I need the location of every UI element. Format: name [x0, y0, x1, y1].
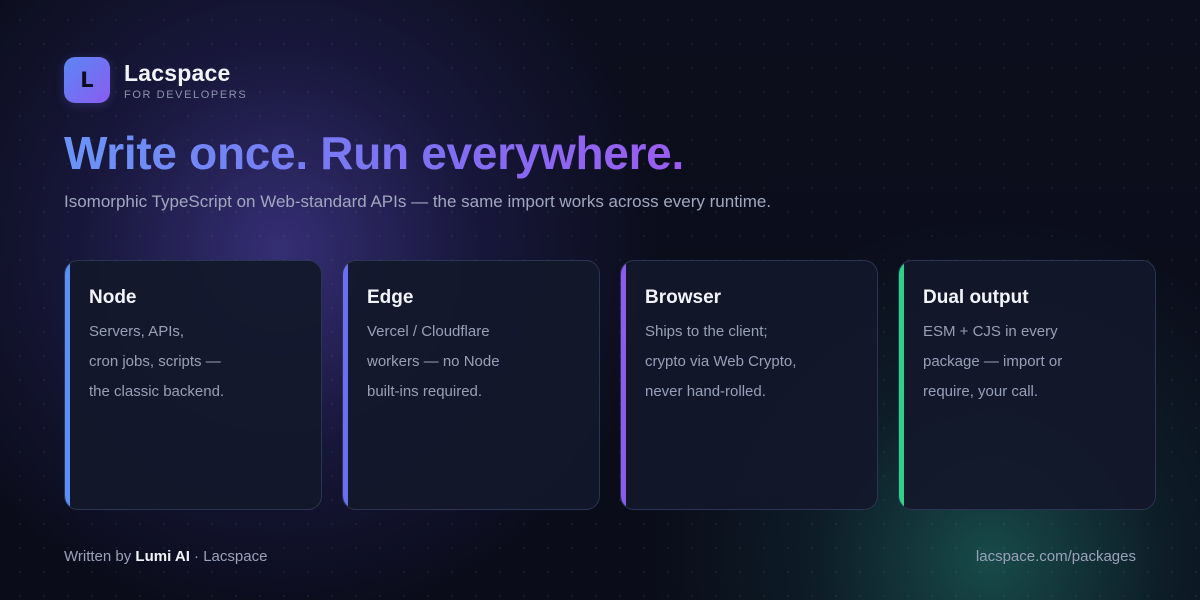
footer-org: Lacspace — [203, 548, 268, 565]
card-line: crypto via Web Crypto, — [645, 353, 797, 370]
card-accent-bar — [621, 261, 626, 509]
card-body: Ships to the client; crypto via Web Cryp… — [645, 317, 865, 407]
logo-letter: L — [80, 68, 94, 92]
card-line: Vercel / Cloudflare — [367, 323, 490, 340]
card-node: Node Servers, APIs, cron jobs, scripts —… — [64, 260, 322, 510]
card-title: Node — [89, 287, 137, 308]
brand-tagline: FOR DEVELOPERS — [124, 88, 248, 101]
card-accent-bar — [65, 261, 70, 509]
card-line: built-ins required. — [367, 383, 483, 400]
card-line: the classic backend. — [89, 383, 225, 400]
card-dual-output: Dual output ESM + CJS in every package —… — [898, 260, 1156, 510]
footer-separator: · — [194, 548, 200, 565]
brand-header: L Lacspace FOR DEVELOPERS — [64, 57, 247, 103]
card-title: Edge — [367, 287, 414, 308]
brand-name: Lacspace — [124, 59, 231, 86]
card-line: Servers, APIs, — [89, 323, 185, 340]
card-accent-bar — [899, 261, 904, 509]
card-line: require, your call. — [923, 383, 1039, 400]
footer-credit: Written by Lumi AI · Lacspace — [64, 548, 267, 565]
subtitle: Isomorphic TypeScript on Web-standard AP… — [64, 192, 772, 211]
card-line: workers — no Node — [367, 353, 500, 370]
card-accent-bar — [343, 261, 348, 509]
card-line: Ships to the client; — [645, 323, 768, 340]
card-body: ESM + CJS in every package — import or r… — [923, 317, 1143, 407]
footer-author: Lumi AI — [135, 548, 190, 565]
footer-written-by: Written by — [64, 548, 132, 565]
logo-icon: L — [64, 57, 110, 103]
card-body: Vercel / Cloudflare workers — no Node bu… — [367, 317, 587, 407]
card-line: ESM + CJS in every — [923, 323, 1058, 340]
card-title: Browser — [645, 287, 722, 308]
headline: Write once. Run everywhere. — [64, 127, 684, 179]
footer-url-link[interactable]: lacspace.com/packages — [976, 548, 1136, 565]
card-line: cron jobs, scripts — — [89, 353, 221, 370]
card-line: package — import or — [923, 353, 1063, 370]
runtime-cards: Node Servers, APIs, cron jobs, scripts —… — [64, 260, 1156, 510]
brand-text: Lacspace FOR DEVELOPERS — [124, 60, 247, 101]
card-body: Servers, APIs, cron jobs, scripts — the … — [89, 317, 309, 407]
card-title: Dual output — [923, 287, 1029, 308]
card-line: never hand-rolled. — [645, 383, 766, 400]
card-edge: Edge Vercel / Cloudflare workers — no No… — [342, 260, 600, 510]
card-browser: Browser Ships to the client; crypto via … — [620, 260, 878, 510]
